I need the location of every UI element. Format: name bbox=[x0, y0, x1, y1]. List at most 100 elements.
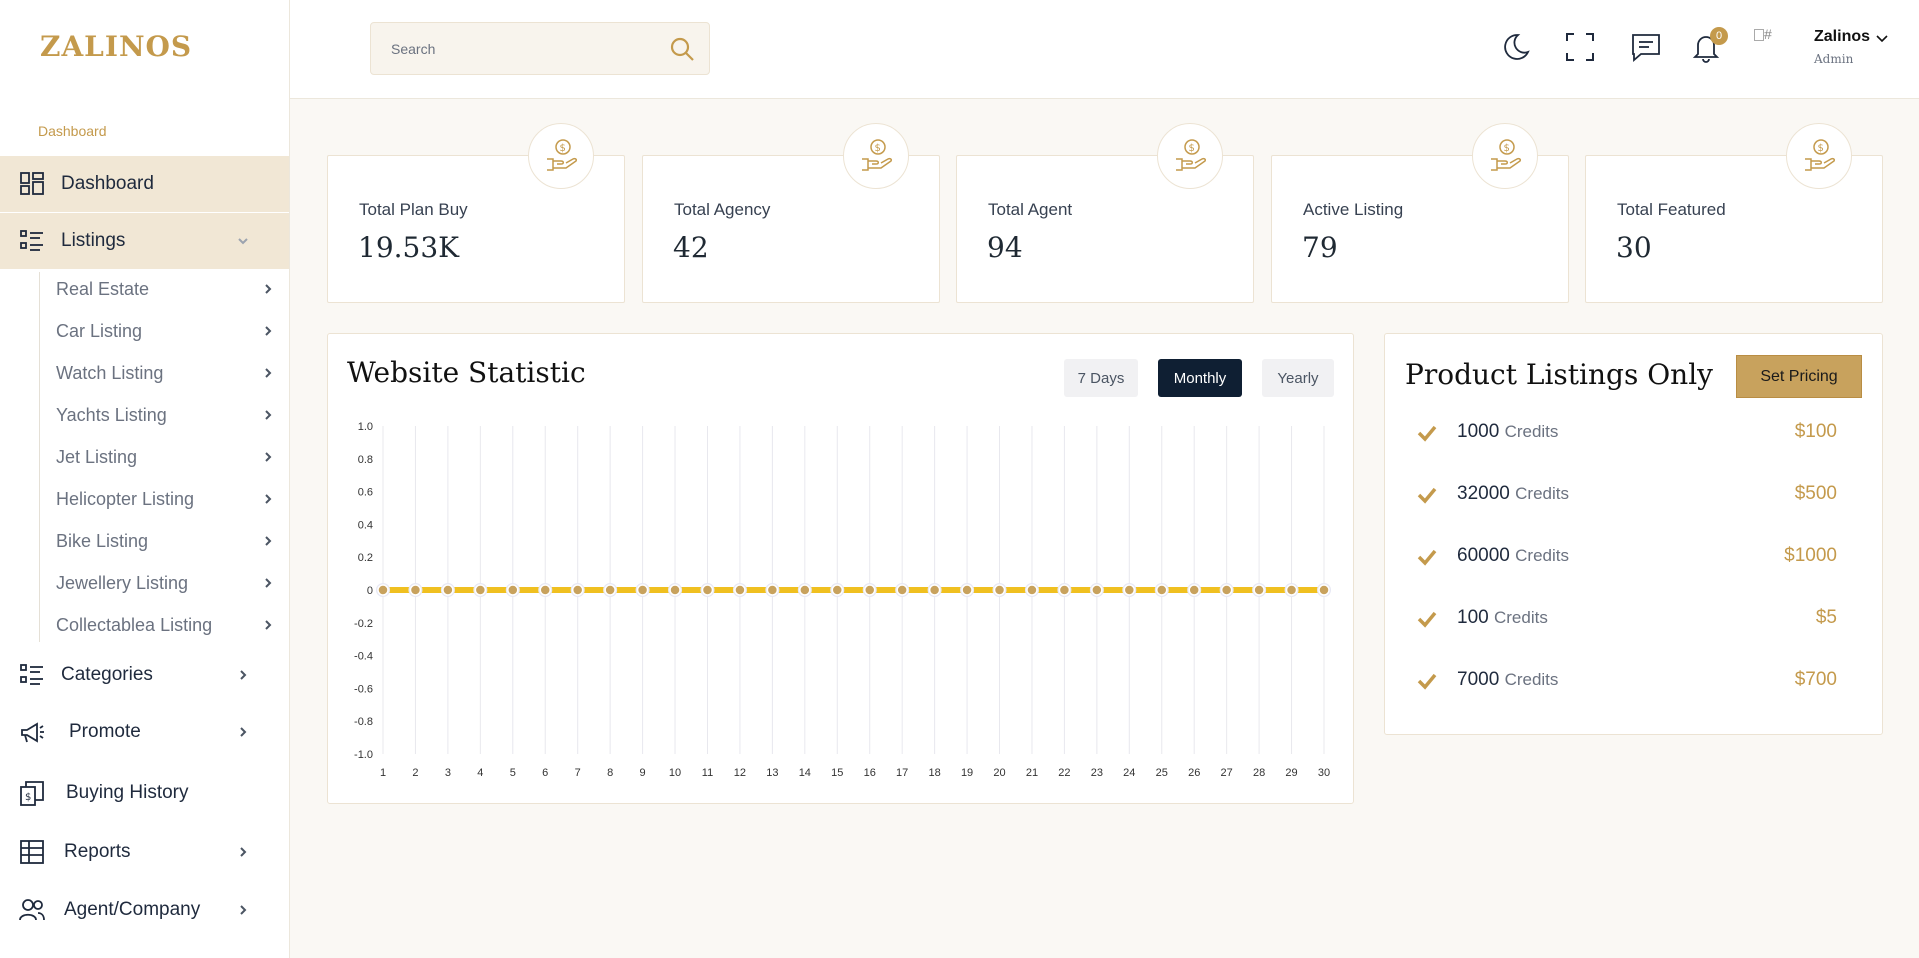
submenu-item-collectablea-listing[interactable]: Collectablea Listing bbox=[56, 608, 276, 642]
sidebar-item-label: Buying History bbox=[66, 782, 189, 803]
search-icon[interactable] bbox=[669, 36, 695, 62]
submenu-item-label: Watch Listing bbox=[56, 362, 164, 383]
check-icon bbox=[1417, 673, 1437, 690]
chat-icon[interactable] bbox=[1629, 30, 1663, 64]
sidebar-item-reports[interactable]: Reports bbox=[0, 824, 289, 880]
sidebar-item-label: Dashboard bbox=[61, 173, 154, 194]
tab-monthly[interactable]: Monthly bbox=[1158, 359, 1242, 397]
tab-yearly[interactable]: Yearly bbox=[1262, 359, 1334, 397]
chart-data-point bbox=[701, 584, 714, 596]
sidebar-item-agent-company[interactable]: Agent/Company bbox=[0, 882, 289, 938]
chart-x-tick-label: 20 bbox=[993, 767, 1005, 779]
search-input[interactable] bbox=[371, 23, 651, 74]
submenu-item-car-listing[interactable]: Car Listing bbox=[56, 314, 276, 348]
stat-value: 79 bbox=[1302, 231, 1338, 264]
fullscreen-icon[interactable] bbox=[1563, 30, 1597, 64]
stat-value: 19.53K bbox=[358, 231, 460, 264]
stat-value: 30 bbox=[1616, 231, 1652, 264]
chart-data-point bbox=[1220, 584, 1233, 596]
submenu-item-helicopter-listing[interactable]: Helicopter Listing bbox=[56, 482, 276, 516]
submenu-item-label: Yachts Listing bbox=[56, 404, 167, 425]
avatar[interactable]: # bbox=[1754, 26, 1784, 56]
chart-y-tick-label: -0.6 bbox=[354, 683, 373, 695]
chart-y-tick-label: -0.4 bbox=[354, 651, 373, 663]
chevron-right-icon bbox=[265, 536, 272, 546]
check-icon bbox=[1417, 425, 1437, 442]
sidebar-item-label: Listings bbox=[61, 230, 126, 251]
chart-x-tick-label: 19 bbox=[961, 767, 973, 779]
user-name[interactable]: Zalinos bbox=[1814, 28, 1870, 46]
check-icon bbox=[1417, 487, 1437, 504]
chart-data-point bbox=[604, 584, 616, 596]
submenu-item-watch-listing[interactable]: Watch Listing bbox=[56, 356, 276, 390]
dashboard-grid-icon bbox=[20, 172, 44, 195]
chart-x-tick-label: 7 bbox=[575, 767, 581, 779]
table-icon bbox=[20, 840, 44, 864]
chart-data-point bbox=[928, 584, 941, 596]
credit-amount: 7000 bbox=[1457, 669, 1500, 690]
top-header: 0 # Zalinos Admin bbox=[290, 0, 1919, 99]
submenu-item-jewellery-listing[interactable]: Jewellery Listing bbox=[56, 566, 276, 600]
sidebar-item-promote[interactable]: Promote bbox=[0, 704, 289, 760]
list-icon bbox=[20, 664, 43, 685]
chart-data-point bbox=[1026, 584, 1038, 596]
website-statistic-chart: 1.00.80.60.40.20-0.2-0.4-0.6-0.8-1.01 2 3 4… bbox=[354, 421, 1331, 779]
chart-data-point bbox=[831, 584, 844, 596]
credits-label: Credits bbox=[1493, 608, 1548, 627]
chart-y-tick-label: 0.6 bbox=[358, 487, 373, 499]
sidebar-item-listings[interactable]: Listings bbox=[0, 213, 289, 269]
set-pricing-button[interactable]: Set Pricing bbox=[1736, 355, 1862, 398]
coin-hand-icon: $ bbox=[528, 123, 594, 189]
credit-price: $5 bbox=[1815, 607, 1837, 628]
list-item: 32000 Credits $500 bbox=[1417, 479, 1837, 509]
coin-hand-icon: $ bbox=[1157, 123, 1223, 189]
sidebar-item-label: Agent/Company bbox=[64, 899, 201, 920]
chevron-right-icon bbox=[240, 905, 247, 915]
submenu-item-bike-listing[interactable]: Bike Listing bbox=[56, 524, 276, 558]
chart-data-point bbox=[442, 584, 454, 596]
svg-text:$: $ bbox=[25, 792, 31, 803]
chart-y-tick-label: 0.2 bbox=[358, 552, 373, 564]
sidebar-item-label: Reports bbox=[64, 841, 131, 862]
brand-logo[interactable]: ZALINOS bbox=[40, 30, 192, 63]
submenu-item-real-estate[interactable]: Real Estate bbox=[56, 272, 276, 306]
coin-hand-icon: $ bbox=[1472, 123, 1538, 189]
sidebar-section-label: Dashboard bbox=[38, 123, 107, 139]
chevron-down-icon bbox=[238, 238, 248, 245]
chart-x-tick-label: 26 bbox=[1188, 767, 1200, 779]
chart-y-tick-label: 0.4 bbox=[358, 519, 373, 531]
sidebar-item-categories[interactable]: Categories bbox=[0, 647, 289, 703]
coin-hand-icon: $ bbox=[843, 123, 909, 189]
sidebar-item-buying-history[interactable]: $ Buying History bbox=[0, 765, 289, 821]
sidebar-item-dashboard[interactable]: Dashboard bbox=[0, 156, 289, 212]
chart-x-tick-label: 10 bbox=[669, 767, 681, 779]
chevron-right-icon bbox=[265, 410, 272, 420]
chart-y-tick-label: -0.2 bbox=[354, 618, 373, 630]
chart-data-point bbox=[961, 584, 973, 596]
credit-amount: 1000 bbox=[1457, 421, 1500, 442]
sidebar-item-label: Categories bbox=[61, 664, 153, 685]
dark-mode-moon-icon[interactable] bbox=[1498, 30, 1532, 64]
chevron-right-icon bbox=[265, 368, 272, 378]
chart-x-tick-label: 13 bbox=[766, 767, 778, 779]
submenu-item-yachts-listing[interactable]: Yachts Listing bbox=[56, 398, 276, 432]
chart-data-point bbox=[896, 584, 908, 596]
tab-7-days[interactable]: 7 Days bbox=[1064, 359, 1138, 397]
submenu-item-jet-listing[interactable]: Jet Listing bbox=[56, 440, 276, 474]
chart-x-tick-label: 8 bbox=[607, 767, 613, 779]
chevron-right-icon bbox=[265, 620, 272, 630]
svg-text:$: $ bbox=[1189, 143, 1195, 154]
chart-x-tick-label: 24 bbox=[1123, 767, 1135, 779]
chart-x-tick-label: 12 bbox=[734, 767, 746, 779]
chart-x-tick-label: 1 bbox=[380, 767, 386, 779]
chevron-down-icon[interactable] bbox=[1875, 32, 1889, 46]
chart-y-tick-label: 0.8 bbox=[358, 454, 373, 466]
chart-x-tick-label: 14 bbox=[799, 767, 811, 779]
chart-data-point bbox=[1318, 584, 1330, 596]
chart-data-point bbox=[409, 584, 422, 596]
chart-x-tick-label: 5 bbox=[510, 767, 516, 779]
user-role: Admin bbox=[1814, 52, 1854, 66]
chart-y-tick-label: -0.8 bbox=[354, 716, 373, 728]
credit-price: $100 bbox=[1794, 421, 1837, 442]
chevron-right-icon bbox=[240, 727, 247, 737]
